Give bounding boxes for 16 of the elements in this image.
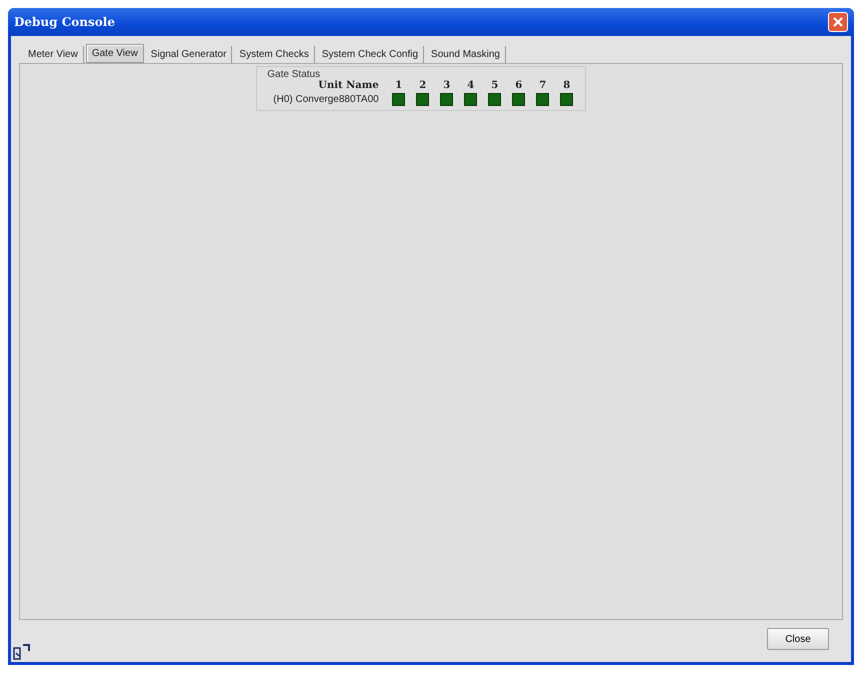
column-header: 1 <box>394 80 404 91</box>
unit-name: (H0) Converge880TA00 <box>272 94 380 105</box>
group-title: Gate Status <box>267 69 320 80</box>
window-title: Debug Console <box>14 15 115 29</box>
close-icon[interactable] <box>828 12 848 32</box>
column-header: 4 <box>466 80 476 91</box>
resize-icon[interactable] <box>13 644 31 660</box>
column-header: 8 <box>562 80 572 91</box>
column-header: 7 <box>538 80 548 91</box>
column-header: 5 <box>490 80 500 91</box>
tab[interactable]: Gate View <box>86 44 144 63</box>
column-header: 2 <box>418 80 428 91</box>
column-header: Unit Name <box>317 80 380 91</box>
column-header: 6 <box>514 80 524 91</box>
close-button[interactable]: Close <box>767 628 829 650</box>
column-header: 3 <box>442 80 452 91</box>
